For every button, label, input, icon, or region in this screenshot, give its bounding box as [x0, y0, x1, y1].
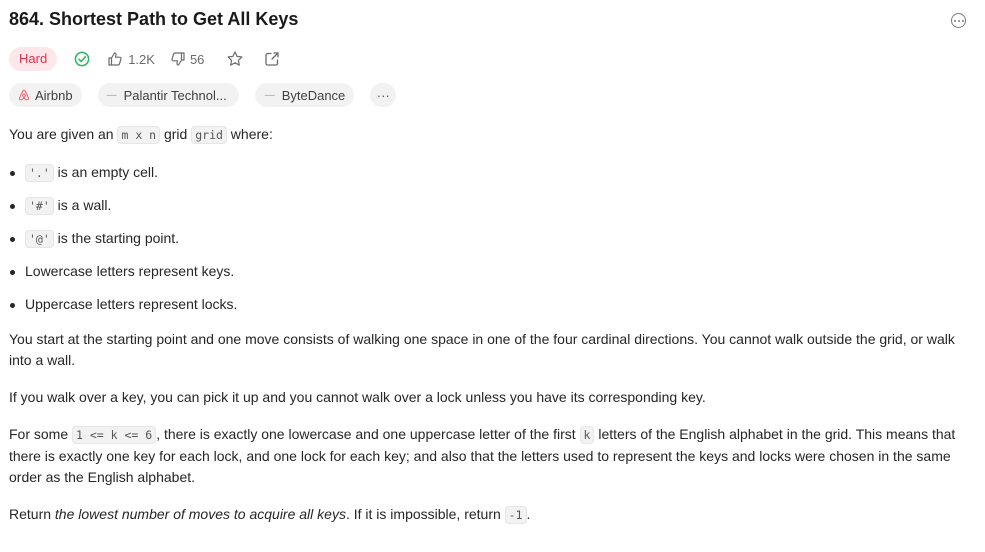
company-tag-airbnb[interactable]: Airbnb: [9, 83, 82, 107]
favorite-button[interactable]: [226, 50, 244, 68]
inline-code: grid: [191, 126, 227, 144]
inline-code: k: [579, 426, 595, 444]
company-tag-bytedance[interactable]: — ByteDance: [254, 83, 355, 107]
moves-paragraph: You start at the starting point and one …: [9, 331, 955, 368]
share-icon: [264, 51, 280, 67]
company-tag-palantir[interactable]: — Palantir Technol...: [97, 83, 239, 107]
more-options-icon[interactable]: [951, 13, 966, 28]
company-tag-label: ByteDance: [281, 87, 346, 103]
keys-paragraph: If you walk over a key, you can pick it …: [9, 389, 706, 405]
problem-statement: You are given an m x n grid grid where: …: [9, 124, 977, 526]
list-item: '#' is a wall.: [9, 195, 977, 216]
solved-check-icon: [74, 51, 90, 67]
inline-code: -1: [504, 506, 527, 524]
share-button[interactable]: [264, 51, 280, 67]
star-icon: [226, 50, 244, 68]
like-count: 1.2K: [128, 51, 155, 67]
list-item: Uppercase letters represent locks.: [9, 294, 977, 315]
dislike-button[interactable]: 56: [170, 51, 204, 67]
thumbs-up-icon: [107, 51, 123, 67]
return-paragraph: Return the lowest number of moves to acq…: [9, 506, 531, 524]
difficulty-badge: Hard: [9, 47, 58, 71]
thumbs-down-icon: [170, 51, 186, 67]
constraints-paragraph: For some 1 <= k <= 6, there is exactly o…: [9, 426, 956, 485]
more-companies-button[interactable]: ···: [370, 83, 397, 107]
company-tags: Airbnb — Palantir Technol... — ByteDance…: [9, 83, 412, 107]
problem-meta-row: Hard 1.2K 56: [9, 46, 280, 72]
company-tag-label: Palantir Technol...: [123, 87, 227, 103]
cell-types-list: '.' is an empty cell. '#' is a wall. '@'…: [9, 162, 977, 315]
list-item: Lowercase letters represent keys.: [9, 261, 977, 282]
company-logo-placeholder-icon: —: [106, 89, 117, 101]
problem-description-panel: 864. Shortest Path to Get All Keys Hard …: [0, 0, 985, 552]
problem-title: 864. Shortest Path to Get All Keys: [9, 9, 299, 29]
list-item: '@' is the starting point.: [9, 228, 977, 249]
airbnb-logo-icon: [18, 89, 30, 101]
like-button[interactable]: 1.2K: [107, 51, 155, 67]
inline-code: m x n: [117, 126, 161, 144]
inline-code: 1 <= k <= 6: [72, 426, 157, 444]
dislike-count: 56: [189, 51, 205, 67]
company-logo-placeholder-icon: —: [264, 89, 275, 101]
list-item: '.' is an empty cell.: [9, 162, 977, 183]
company-tag-label: Airbnb: [35, 87, 73, 103]
intro-paragraph: You are given an m x n grid grid where:: [9, 126, 273, 144]
